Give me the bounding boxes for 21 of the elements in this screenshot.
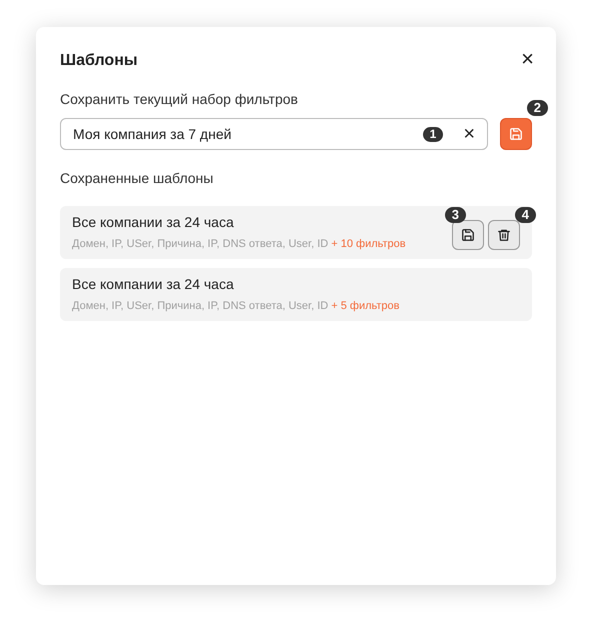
close-button[interactable]: × <box>521 48 534 70</box>
template-filters: Домен, IP, USer, Причина, IP, DNS ответа, User, ID + 10 фильтров <box>72 237 407 252</box>
number-badge: 4 <box>514 207 536 223</box>
dialog-title: Шаблоны <box>60 51 138 71</box>
number-badge: 3 <box>444 207 466 223</box>
number-badge: 1 <box>422 126 444 142</box>
template-card[interactable]: Все компании за 24 часа Домен, IP, USer, Причина, IP, DNS ответа, User, ID + 5 фильтров <box>60 268 532 321</box>
save-button[interactable] <box>500 118 532 150</box>
template-filters: Домен, IP, USer, Причина, IP, DNS ответа, User, ID + 5 фильтров <box>72 299 401 314</box>
trash-icon <box>497 228 511 242</box>
template-name: Все компании за 24 часа <box>72 213 235 232</box>
section-label: Сохранить текущий набор фильтров <box>60 90 299 109</box>
section-label: Сохраненные шаблоны <box>60 169 214 188</box>
template-name-field[interactable]: Моя компания за 7 дней 1 × <box>60 118 488 150</box>
save-template-button[interactable] <box>452 220 484 250</box>
save-icon <box>509 127 523 141</box>
save-icon <box>461 228 475 242</box>
template-name: Все компании за 24 часа <box>72 275 235 294</box>
delete-button[interactable] <box>488 220 520 250</box>
clear-button[interactable]: × <box>463 124 475 144</box>
number-badge: 2 <box>526 100 548 116</box>
